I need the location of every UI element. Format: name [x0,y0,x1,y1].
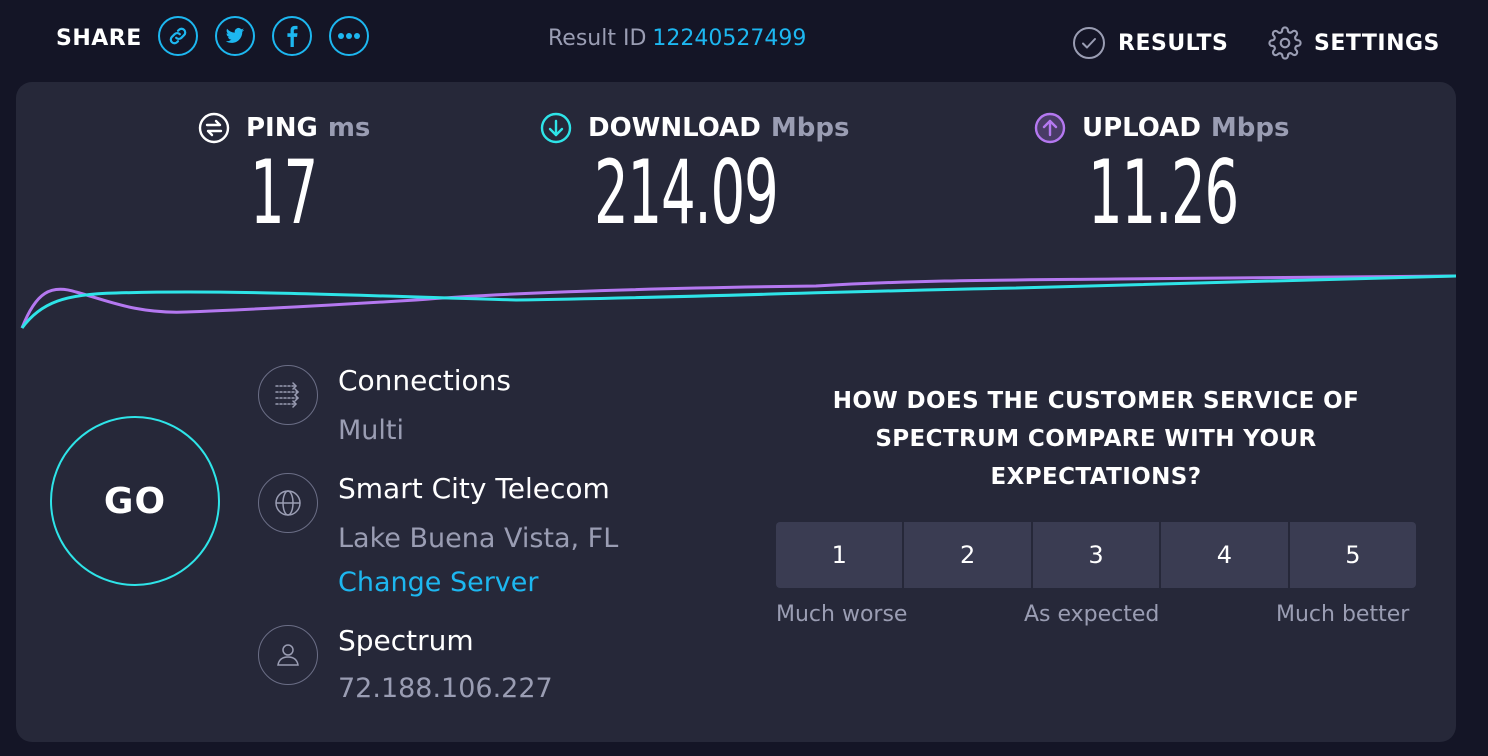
provider-ip: 72.188.106.227 [338,673,553,704]
survey-question: HOW DOES THE CUSTOMER SERVICE OF SPECTRU… [832,388,1360,490]
upload-speed-line [20,274,1456,329]
server-icon-wrap [258,473,318,533]
rating-buttons: 1 2 3 4 5 [776,522,1417,588]
ping-value: 17 [250,141,318,244]
upload-arrow-icon [1034,112,1066,144]
rating-button-1[interactable]: 1 [776,522,903,588]
check-circle-icon [1073,27,1105,59]
results-button[interactable]: RESULTS [1072,26,1228,60]
ping-icon [198,112,230,144]
rating-button-5[interactable]: 5 [1289,522,1417,588]
result-card: PING ms 17 DOWNLOAD Mbps 214.09 UPLOAD M… [16,82,1456,742]
server-location: Lake Buena Vista, FL [338,523,619,554]
download-speed-line [20,274,1456,329]
change-server-link[interactable]: Change Server [338,567,539,598]
rating-button-4[interactable]: 4 [1161,522,1288,588]
speed-graph [20,274,1456,329]
gear-icon [1268,26,1302,60]
result-id: Result ID 12240527499 [548,26,806,51]
rating-label-mid: As expected [1024,602,1160,627]
share-link-button[interactable] [158,16,198,56]
server-name: Smart City Telecom [338,472,610,505]
globe-icon [275,490,301,516]
connections-icon [275,382,300,408]
download-arrow-icon [540,112,572,144]
share-facebook-button[interactable] [272,16,312,56]
share-more-button[interactable] [329,16,369,56]
rating-button-3[interactable]: 3 [1032,522,1160,588]
provider-name: Spectrum [338,624,474,657]
result-id-label: Result ID [548,26,647,51]
connections-title: Connections [338,364,512,397]
connections-icon-wrap [258,365,318,425]
results-label: RESULTS [1118,30,1229,56]
rating-label-low: Much worse [776,602,908,627]
top-bar: SHARE Result ID 12240527499 RESULTS SETT… [0,0,1488,80]
more-icon [338,33,360,39]
ping-unit: ms [327,113,371,143]
settings-label: SETTINGS [1314,30,1440,56]
connections-value[interactable]: Multi [338,415,404,446]
rating-label-high: Much better [1276,602,1410,627]
share-label: SHARE [56,26,142,51]
share-twitter-button[interactable] [215,16,255,56]
rating-button-2[interactable]: 2 [904,522,1031,588]
facebook-icon [287,25,298,47]
twitter-icon [225,28,245,43]
result-id-value[interactable]: 12240527499 [652,26,806,51]
download-unit: Mbps [770,113,850,143]
go-button[interactable]: GO [50,416,220,586]
link-icon [169,27,187,45]
upload-value: 11.26 [1088,141,1239,244]
download-value: 214.09 [594,141,779,244]
settings-button[interactable]: SETTINGS [1268,26,1440,60]
provider-icon-wrap [258,625,318,685]
user-icon [277,644,299,666]
